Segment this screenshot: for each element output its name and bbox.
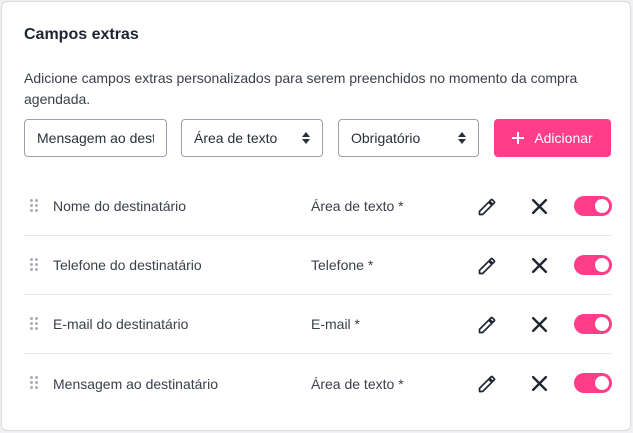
list-item: Mensagem ao destinatário Área de texto * [24, 354, 612, 413]
field-name-input[interactable] [25, 120, 166, 156]
section-description: Adicione campos extras personalizados pa… [24, 70, 578, 107]
list-item: Nome do destinatário Área de texto * [24, 177, 612, 236]
toggle-knob [595, 258, 609, 272]
toggle-knob [595, 317, 609, 331]
close-icon[interactable] [531, 198, 548, 215]
close-icon[interactable] [531, 375, 548, 392]
close-icon[interactable] [531, 316, 548, 333]
pencil-icon[interactable] [477, 197, 497, 217]
add-field-button-label: Adicionar [534, 130, 593, 146]
field-type: Telefone * [311, 257, 374, 273]
field-name: E-mail do destinatário [53, 316, 189, 332]
plus-icon [512, 132, 525, 144]
field-type-select-value: Área de texto [194, 130, 278, 146]
field-type: Área de texto * [311, 375, 404, 392]
field-enabled-toggle[interactable] [574, 255, 612, 275]
pencil-icon[interactable] [477, 315, 497, 335]
toggle-knob [595, 376, 609, 390]
required-select[interactable]: Obrigatório [338, 119, 479, 157]
drag-handle-icon[interactable] [30, 258, 38, 272]
close-icon[interactable] [531, 257, 548, 274]
field-enabled-toggle[interactable] [574, 196, 612, 216]
field-enabled-toggle[interactable] [574, 314, 612, 334]
field-type: Área de texto * [311, 198, 404, 214]
pencil-icon[interactable] [477, 374, 497, 394]
drag-handle-icon[interactable] [30, 376, 38, 390]
field-name: Telefone do destinatário [53, 257, 202, 273]
toggle-knob [595, 199, 609, 213]
select-caret-icon [458, 132, 466, 144]
drag-handle-icon[interactable] [30, 317, 38, 331]
field-name: Mensagem ao destinatário [53, 375, 218, 392]
list-item: E-mail do destinatário E-mail * [24, 295, 612, 354]
add-field-button[interactable]: Adicionar [494, 119, 611, 157]
drag-handle-icon[interactable] [30, 199, 38, 213]
field-name: Nome do destinatário [53, 198, 187, 214]
field-enabled-toggle[interactable] [574, 373, 612, 393]
extra-fields-card: Campos extras Adicione campos extras per… [1, 1, 631, 431]
section-title: Campos extras [24, 26, 139, 43]
field-type-select[interactable]: Área de texto [181, 119, 323, 157]
field-name-input-wrapper [24, 119, 167, 157]
field-type: E-mail * [311, 316, 361, 332]
select-caret-icon [302, 132, 310, 144]
list-item: Telefone do destinatário Telefone * [24, 236, 612, 295]
extra-fields-list: Nome do destinatário Área de texto * Tel… [24, 177, 612, 413]
pencil-icon[interactable] [477, 256, 497, 276]
required-select-value: Obrigatório [351, 130, 421, 146]
